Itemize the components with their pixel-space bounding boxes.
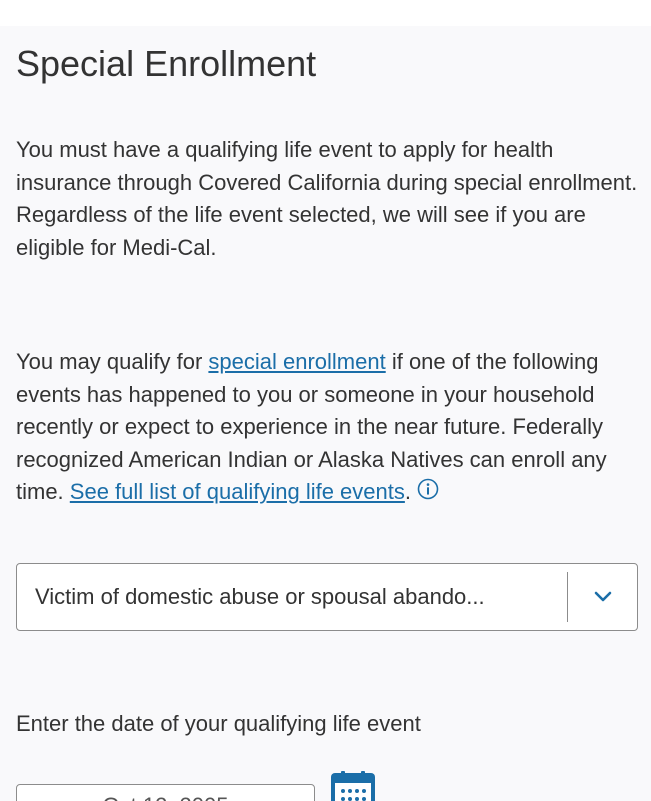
chevron-down-icon[interactable]: [591, 586, 615, 608]
qualify-text-prefix: You may qualify for: [16, 349, 209, 374]
special-enrollment-link[interactable]: special enrollment: [208, 349, 385, 374]
page-title: Special Enrollment: [16, 43, 317, 84]
life-event-selected-value: Victim of domestic abuse or spousal aban…: [35, 584, 485, 609]
date-label: Enter the date of your qualifying life e…: [16, 711, 421, 736]
calendar-icon[interactable]: [329, 771, 377, 801]
info-icon[interactable]: [417, 478, 439, 500]
qualify-text-suffix: .: [404, 479, 411, 505]
select-divider: [567, 572, 568, 622]
life-event-select[interactable]: Victim of domestic abuse or spousal aban…: [16, 563, 638, 631]
life-event-date-input[interactable]: [16, 784, 315, 801]
qualify-text: You may qualify for special enrollment i…: [16, 346, 646, 509]
top-band: [0, 0, 651, 26]
special-enrollment-page: Special Enrollment You must have a quali…: [0, 0, 651, 801]
qualifying-events-link[interactable]: See full list of qualifying life events: [70, 479, 405, 504]
intro-text: You must have a qualifying life event to…: [16, 137, 638, 260]
